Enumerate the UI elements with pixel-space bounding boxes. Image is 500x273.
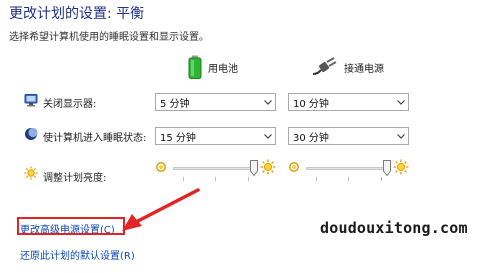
sleep-battery-select[interactable]: 15 分钟 [155, 127, 276, 145]
moon-icon [25, 127, 38, 140]
slider-tick [215, 177, 216, 181]
chevron-down-icon [261, 94, 275, 110]
slider-tick [381, 177, 382, 181]
slider-thumb[interactable] [250, 160, 258, 176]
sleep-battery-value: 15 分钟 [160, 132, 196, 144]
display-off-battery-value: 5 分钟 [160, 98, 190, 110]
sun-dim-icon [156, 162, 166, 172]
display-off-battery-select[interactable]: 5 分钟 [155, 93, 276, 111]
restore-defaults-link[interactable]: 还原此计划的默认设置(R) [20, 247, 135, 262]
watermark-text: doudouxitong.com [320, 219, 468, 237]
display-off-plugged-select[interactable]: 10 分钟 [288, 93, 409, 111]
chevron-down-icon [394, 128, 408, 144]
slider-track [306, 167, 391, 170]
sun-dim-icon [289, 162, 299, 172]
page-title: 更改计划的设置: 平衡 [9, 6, 145, 22]
power-plug-icon [312, 57, 337, 75]
column-label-battery: 用电池 [208, 63, 238, 75]
chevron-down-icon [394, 94, 408, 110]
sleep-plugged-select[interactable]: 30 分钟 [288, 127, 409, 145]
page-subtitle: 选择希望计算机使用的睡眠设置和显示设置。 [9, 32, 209, 43]
slider-track [173, 167, 258, 170]
sun-bright-icon [260, 159, 276, 175]
battery-icon [188, 55, 202, 79]
annotation-arrow-icon [122, 188, 200, 231]
brightness-plugged-slider[interactable] [288, 159, 409, 183]
brightness-label: 调整计划亮度: [43, 173, 107, 184]
sun-icon [24, 166, 38, 180]
chevron-down-icon [261, 128, 275, 144]
monitor-icon [24, 94, 38, 107]
column-label-plugged: 接通电源 [344, 63, 384, 75]
display-off-plugged-value: 10 分钟 [293, 98, 329, 110]
slider-tick [348, 177, 349, 181]
column-header-battery: 用电池 [188, 54, 238, 80]
sleep-label: 使计算机进入睡眠状态: [43, 133, 147, 144]
brightness-battery-slider[interactable] [155, 159, 276, 183]
sleep-plugged-value: 30 分钟 [293, 132, 329, 144]
annotation-highlight-box [17, 217, 125, 235]
slider-tick [183, 177, 184, 181]
slider-tick [248, 177, 249, 181]
display-off-label: 关闭显示器: [43, 99, 97, 110]
sun-bright-icon [393, 159, 409, 175]
slider-thumb[interactable] [383, 160, 391, 176]
column-header-plugged: 接通电源 [312, 54, 384, 80]
slider-tick [316, 177, 317, 181]
